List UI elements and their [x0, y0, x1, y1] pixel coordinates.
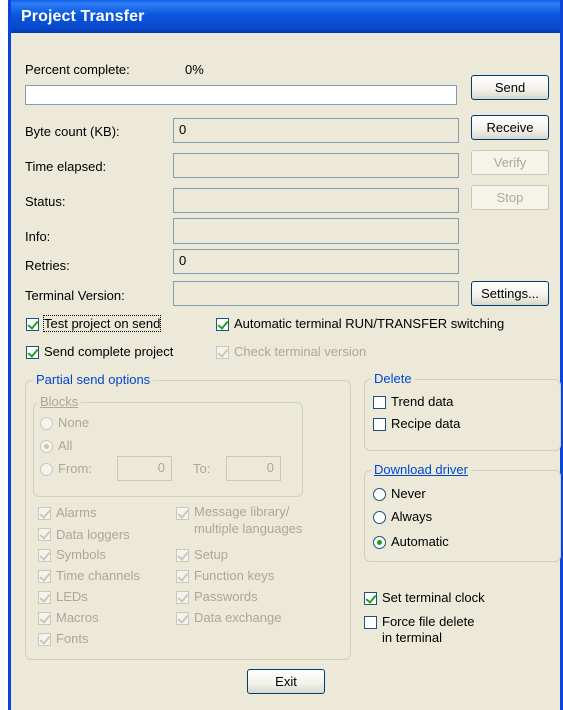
trend-data-label[interactable]: Trend data [391, 394, 453, 409]
force-delete-checkbox[interactable] [364, 616, 377, 629]
force-delete-label-line1[interactable]: Force file delete [382, 614, 475, 629]
download-driver-title: Download driver [371, 462, 471, 477]
retries-label: Retries: [25, 258, 70, 273]
byte-count-label: Byte count (KB): [25, 124, 120, 139]
settings-button[interactable]: Settings... [471, 281, 549, 306]
data-exchange-checkbox[interactable] [176, 612, 189, 625]
terminal-version-label: Terminal Version: [25, 288, 125, 303]
blocks-all-label[interactable]: All [58, 438, 72, 453]
driver-never-label[interactable]: Never [391, 486, 426, 501]
symbols-checkbox[interactable] [38, 549, 51, 562]
alarms-checkbox[interactable] [38, 507, 51, 520]
progress-bar [25, 85, 457, 105]
retries-field: 0 [173, 249, 459, 274]
fonts-label[interactable]: Fonts [56, 631, 89, 646]
auto-switch-checkbox[interactable] [216, 318, 229, 331]
driver-never-radio[interactable] [373, 488, 386, 501]
stop-button[interactable]: Stop [471, 185, 549, 210]
blocks-none-label[interactable]: None [58, 415, 89, 430]
delete-title: Delete [371, 371, 415, 386]
receive-button[interactable]: Receive [471, 115, 549, 140]
macros-label[interactable]: Macros [56, 610, 99, 625]
time-elapsed-label: Time elapsed: [25, 159, 107, 174]
status-field [173, 188, 459, 213]
data-loggers-checkbox[interactable] [38, 528, 51, 541]
time-elapsed-field [173, 153, 459, 178]
check-version-checkbox[interactable] [216, 346, 229, 359]
window-title: Project Transfer [11, 0, 560, 33]
blocks-none-radio[interactable] [40, 417, 53, 430]
send-button[interactable]: Send [471, 75, 549, 100]
byte-count-field: 0 [173, 118, 459, 143]
info-field [173, 218, 459, 244]
setup-label[interactable]: Setup [194, 547, 228, 562]
partial-send-options-title: Partial send options [33, 372, 154, 387]
blocks-all-radio[interactable] [40, 440, 53, 453]
message-library-label[interactable]: Message library/ multiple languages [194, 503, 302, 537]
send-complete-checkbox[interactable] [26, 346, 39, 359]
blocks-title: Blocks [37, 394, 82, 409]
recipe-data-checkbox[interactable] [373, 418, 386, 431]
set-clock-checkbox[interactable] [364, 592, 377, 605]
percent-complete-value: 0% [185, 62, 204, 77]
auto-switch-label[interactable]: Automatic terminal RUN/TRANSFER switchin… [234, 316, 504, 331]
function-keys-label[interactable]: Function keys [194, 568, 274, 583]
leds-checkbox[interactable] [38, 591, 51, 604]
send-complete-label[interactable]: Send complete project [44, 344, 173, 359]
exit-button[interactable]: Exit [247, 669, 325, 694]
alarms-label[interactable]: Alarms [56, 505, 96, 520]
driver-always-label[interactable]: Always [391, 509, 432, 524]
message-library-checkbox[interactable] [176, 507, 189, 520]
symbols-label[interactable]: Symbols [56, 547, 106, 562]
trend-data-checkbox[interactable] [373, 396, 386, 409]
delete-group [364, 379, 561, 451]
project-transfer-dialog: Project Transfer Percent complete: 0% By… [8, 0, 563, 710]
driver-always-radio[interactable] [373, 511, 386, 524]
status-label: Status: [25, 194, 66, 209]
driver-automatic-label[interactable]: Automatic [391, 534, 449, 549]
recipe-data-label[interactable]: Recipe data [391, 416, 460, 431]
data-loggers-label[interactable]: Data loggers [56, 527, 130, 542]
function-keys-checkbox[interactable] [176, 570, 189, 583]
blocks-to-label: To: [193, 461, 211, 476]
passwords-checkbox[interactable] [176, 591, 189, 604]
force-delete-label-line2[interactable]: in terminal [382, 630, 442, 645]
info-label: Info: [25, 229, 51, 244]
blocks-from-label[interactable]: From: [58, 461, 92, 476]
blocks-from-radio[interactable] [40, 463, 53, 476]
leds-label[interactable]: LEDs [56, 589, 88, 604]
set-clock-label[interactable]: Set terminal clock [382, 590, 485, 605]
data-exchange-label[interactable]: Data exchange [194, 610, 281, 625]
blocks-to-field[interactable]: 0 [226, 456, 281, 481]
time-channels-checkbox[interactable] [38, 570, 51, 583]
fonts-checkbox[interactable] [38, 633, 51, 646]
driver-automatic-radio[interactable] [373, 536, 386, 549]
terminal-version-field [173, 281, 459, 306]
test-project-checkbox[interactable] [26, 318, 39, 331]
verify-button[interactable]: Verify [471, 150, 549, 175]
setup-checkbox[interactable] [176, 549, 189, 562]
test-project-label[interactable]: Test project on send [42, 315, 162, 332]
check-version-label[interactable]: Check terminal version [234, 344, 366, 359]
blocks-from-field[interactable]: 0 [117, 456, 172, 481]
passwords-label[interactable]: Passwords [194, 589, 258, 604]
time-channels-label[interactable]: Time channels [56, 568, 140, 583]
percent-complete-label: Percent complete: [25, 62, 130, 77]
macros-checkbox[interactable] [38, 612, 51, 625]
